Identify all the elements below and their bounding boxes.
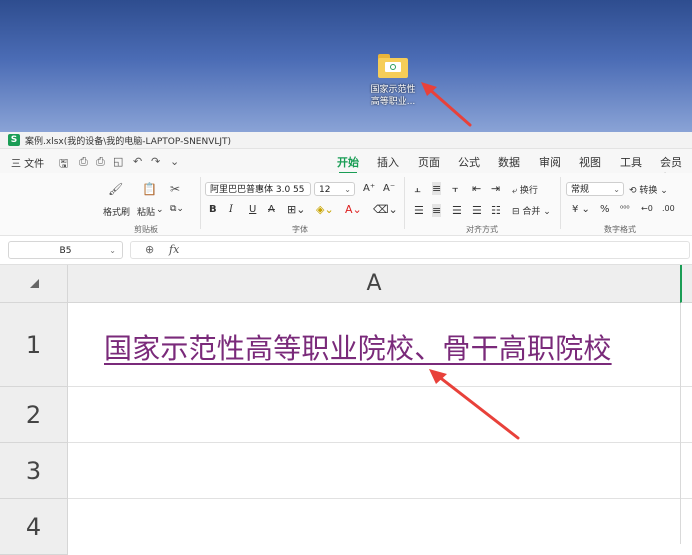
- app-logo-icon: S: [8, 134, 20, 146]
- fill-color-icon[interactable]: ◈⌄: [316, 203, 334, 216]
- redo-icon[interactable]: ↷: [151, 155, 160, 168]
- align-bottom-icon[interactable]: ⫟: [452, 182, 459, 196]
- tab-page[interactable]: 页面: [418, 154, 440, 170]
- tab-insert[interactable]: 插入: [377, 154, 399, 170]
- number-format-select[interactable]: 常规 ⌄: [566, 182, 624, 196]
- font-group-label: 字体: [292, 225, 308, 234]
- distributed-icon[interactable]: ☷: [491, 204, 501, 217]
- menu-bar: 三 文件 🖫 ⎙ ⎙ ◱ ↶ ↷ ⌄ 开始 插入 页面 公式 数据 审阅 视图 …: [0, 149, 692, 185]
- desktop-background: 国家示范性高等职业...: [0, 0, 692, 132]
- italic-button[interactable]: I: [229, 204, 233, 215]
- copy-icon[interactable]: ⧉⌄: [170, 204, 184, 214]
- paste-button[interactable]: 粘贴: [137, 205, 155, 218]
- column-header-a[interactable]: A: [68, 265, 680, 303]
- formula-bar: B5 ⌄ ⊕ fx: [0, 236, 692, 265]
- zoom-icon[interactable]: ⊕: [145, 243, 154, 256]
- select-all-button[interactable]: [0, 265, 68, 303]
- clear-format-icon[interactable]: ⌫⌄: [373, 203, 398, 216]
- cell-a1-hyperlink[interactable]: 国家示范性高等职业院校、骨干高职院校: [104, 327, 612, 367]
- currency-button[interactable]: ¥ ⌄: [572, 204, 590, 215]
- tab-formula[interactable]: 公式: [458, 154, 480, 170]
- increase-decimal-icon[interactable]: ←0: [641, 204, 653, 213]
- export-icon[interactable]: ⎙: [79, 155, 88, 169]
- thousands-separator-icon[interactable]: ⁰⁰⁰: [620, 204, 630, 213]
- cell-a3[interactable]: [68, 443, 692, 499]
- merge-label: 合并: [522, 207, 541, 217]
- font-name-value: 阿里巴巴普惠体 3.0 55: [210, 185, 305, 195]
- cell-a2[interactable]: [68, 387, 692, 443]
- print-preview-icon[interactable]: ◱: [113, 155, 123, 168]
- chevron-down-icon: ⌄: [613, 185, 620, 194]
- file-menu[interactable]: 三 文件: [11, 155, 44, 170]
- ribbon-toolbar: 🖌 格式刷 📋 粘贴 ⌄ ✂ ⧉⌄ 剪贴板 阿里巴巴普惠体 3.0 55 12 ⌄…: [0, 173, 692, 236]
- name-box[interactable]: B5 ⌄: [8, 241, 123, 259]
- chevron-down-icon: ⌄: [344, 185, 351, 194]
- paste-icon[interactable]: 📋: [142, 182, 157, 196]
- font-name-select[interactable]: 阿里巴巴普惠体 3.0 55: [205, 182, 311, 196]
- currency-symbol: ¥: [572, 204, 579, 215]
- percent-button[interactable]: %: [600, 204, 610, 215]
- tab-data[interactable]: 数据: [498, 154, 520, 170]
- save-icon[interactable]: 🖫: [59, 155, 68, 174]
- alignment-group-label: 对齐方式: [466, 225, 498, 234]
- row-header-1[interactable]: 1: [0, 303, 68, 387]
- cut-icon[interactable]: ✂: [170, 182, 180, 196]
- merge-button[interactable]: ⊟ 合并 ⌄: [512, 204, 551, 217]
- tab-view[interactable]: 视图: [579, 154, 601, 170]
- tab-tools[interactable]: 工具: [620, 154, 642, 170]
- undo-icon[interactable]: ↶: [133, 155, 142, 168]
- format-painter-icon[interactable]: 🖌: [108, 182, 123, 196]
- folder-icon: [378, 54, 408, 78]
- print-icon[interactable]: ⎙: [96, 155, 105, 169]
- align-middle-icon[interactable]: ≡: [432, 182, 442, 195]
- desktop-icon-label: 国家示范性高等职业...: [370, 85, 416, 107]
- bold-button[interactable]: B: [209, 204, 217, 215]
- format-painter-button[interactable]: 格式刷: [103, 205, 130, 218]
- font-size-value: 12: [319, 185, 331, 195]
- row-header-3[interactable]: 3: [0, 443, 68, 499]
- paste-dropdown-icon[interactable]: ⌄: [156, 205, 164, 215]
- align-left-icon[interactable]: ☰: [414, 204, 424, 217]
- decrease-decimal-icon[interactable]: .00: [662, 204, 675, 213]
- column-divider: [680, 303, 681, 544]
- convert-button[interactable]: ⟲ 转换 ⌄: [629, 183, 668, 196]
- row-header-4[interactable]: 4: [0, 499, 68, 555]
- convert-label: 转换: [639, 186, 658, 196]
- spreadsheet-grid: A 1 2 3 4 国家示范性高等职业院校、骨干高职院校: [0, 265, 692, 555]
- decrease-indent-icon[interactable]: ⇤: [472, 182, 481, 195]
- underline-button[interactable]: U: [249, 204, 256, 215]
- number-format-value: 常规: [571, 185, 590, 195]
- tab-home[interactable]: 开始: [337, 154, 359, 174]
- clipboard-group-label: 剪贴板: [134, 225, 158, 234]
- increase-font-icon[interactable]: A⁺: [363, 183, 375, 194]
- cell-a4[interactable]: [68, 499, 692, 544]
- align-right-icon[interactable]: ☰: [452, 204, 462, 217]
- wrap-text-label: 换行: [519, 186, 538, 196]
- font-color-icon[interactable]: A⌄: [345, 203, 362, 216]
- increase-indent-icon[interactable]: ⇥: [491, 182, 500, 195]
- number-group-label: 数字格式: [604, 225, 636, 234]
- decrease-font-icon[interactable]: A⁻: [383, 183, 395, 194]
- border-icon[interactable]: ⊞⌄: [287, 203, 305, 216]
- justify-icon[interactable]: ☰: [472, 204, 482, 217]
- formula-input[interactable]: ⊕ fx: [130, 241, 690, 259]
- align-center-icon[interactable]: ≡: [432, 204, 442, 217]
- window-title: 案例.xlsx(我的设备\我的电脑-LAPTOP-SNENVLJT): [25, 137, 232, 147]
- font-size-select[interactable]: 12 ⌄: [314, 182, 355, 196]
- tab-review[interactable]: 审阅: [539, 154, 561, 170]
- cell-reference: B5: [59, 246, 72, 256]
- row-header-2[interactable]: 2: [0, 387, 68, 443]
- quick-access-dropdown-icon[interactable]: ⌄: [170, 155, 179, 168]
- strikethrough-button[interactable]: A: [268, 204, 275, 215]
- fx-icon[interactable]: fx: [169, 243, 179, 256]
- column-header-b[interactable]: [680, 265, 692, 303]
- align-top-icon[interactable]: ⫠: [414, 182, 421, 196]
- chevron-down-icon: ⌄: [109, 246, 116, 255]
- window-titlebar: S 案例.xlsx(我的设备\我的电脑-LAPTOP-SNENVLJT): [0, 132, 692, 149]
- wrap-text-button[interactable]: ⤶ 换行: [512, 183, 538, 196]
